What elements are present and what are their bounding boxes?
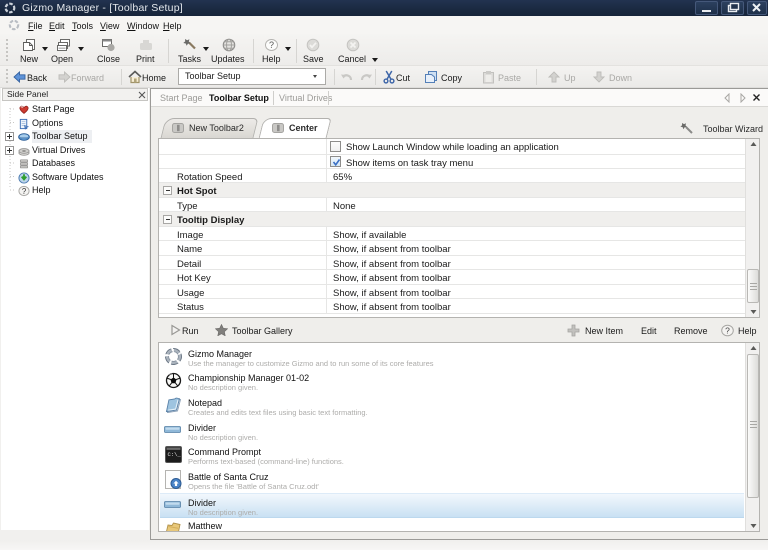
svg-text:C:\_: C:\_ [168, 451, 182, 458]
svg-text:?: ? [22, 187, 27, 196]
svg-text:?: ? [725, 326, 730, 336]
svg-text:?: ? [269, 40, 274, 50]
